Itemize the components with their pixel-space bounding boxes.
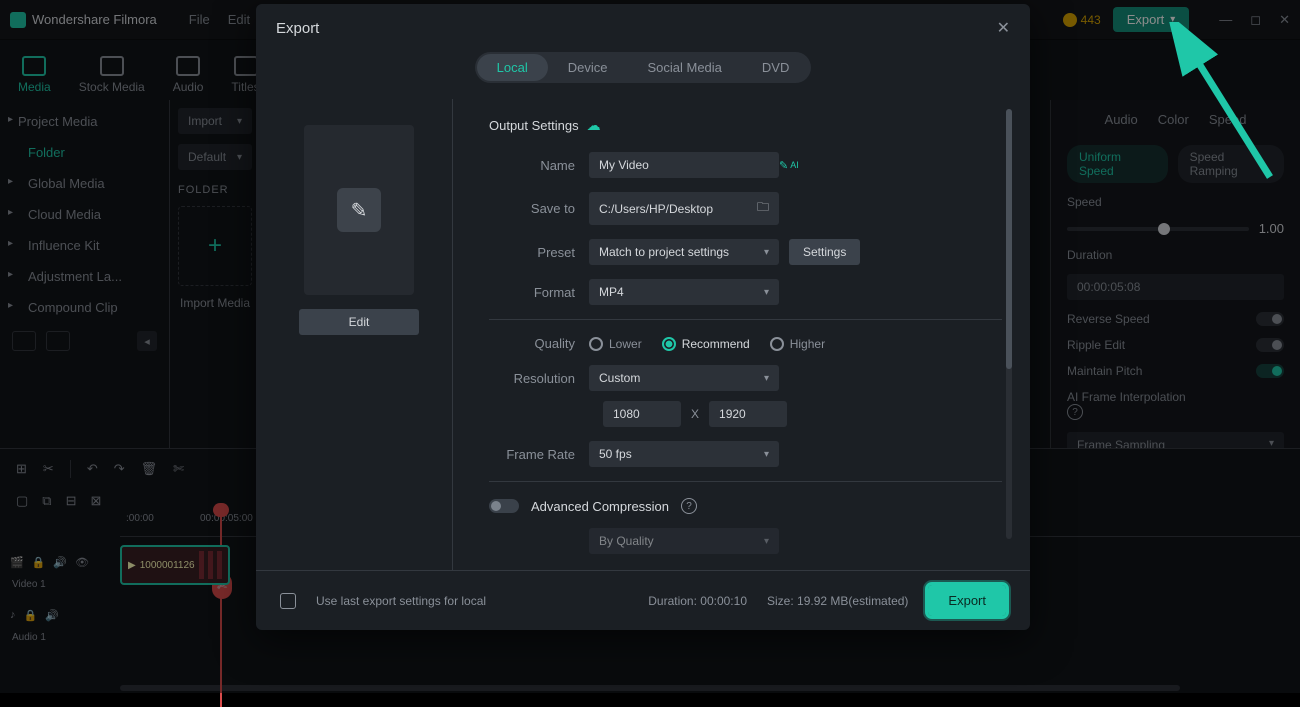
input-res-width[interactable]: 1080 [603,401,681,427]
label-name: Name [489,158,589,173]
thumbnail-preview: ✎ [304,125,414,295]
input-res-height[interactable]: 1920 [709,401,787,427]
label-preset: Preset [489,245,589,260]
select-resolution[interactable]: Custom▾ [589,365,779,391]
tab-device[interactable]: Device [548,54,628,81]
cloud-icon[interactable]: ☁ [587,117,601,134]
select-fps[interactable]: 50 fps▾ [589,441,779,467]
output-settings-heading: Output Settings ☁ [489,117,1002,134]
preset-settings-button[interactable]: Settings [789,239,860,265]
folder-browse-icon[interactable]: 🗀 [757,198,769,219]
label-quality: Quality [489,336,589,351]
tab-local[interactable]: Local [477,54,548,81]
toggle-adv-compression[interactable] [489,499,519,513]
checkbox-use-last[interactable] [280,593,296,609]
export-confirm-button[interactable]: Export [928,585,1006,616]
foot-size: Size: 19.92 MB(estimated) [767,594,908,608]
label-save-to: Save to [489,201,589,216]
label-adv-compression: Advanced Compression [531,499,669,514]
input-save-to[interactable]: C:/Users/HP/Desktop 🗀 [589,192,779,225]
modal-title: Export [276,20,319,37]
input-name[interactable]: My Video [589,152,779,178]
radio-higher[interactable]: Higher [770,337,825,351]
label-resolution: Resolution [489,371,589,386]
help-adv-icon[interactable]: ? [681,498,697,514]
foot-duration: Duration: 00:00:10 [648,594,747,608]
radio-lower[interactable]: Lower [589,337,642,351]
label-format: Format [489,285,589,300]
select-format[interactable]: MP4▾ [589,279,779,305]
settings-scrollbar[interactable] [1006,109,1012,539]
label-use-last: Use last export settings for local [316,594,486,608]
radio-recommend[interactable]: Recommend [662,337,750,351]
export-modal: Export ✕ Local Device Social Media DVD ✎… [256,4,1030,630]
select-preset[interactable]: Match to project settings▾ [589,239,779,265]
res-x-label: X [691,407,699,421]
export-tabs: Local Device Social Media DVD [475,52,812,83]
label-fps: Frame Rate [489,447,589,462]
select-adv-mode[interactable]: By Quality▾ [589,528,779,554]
ai-rename-button[interactable]: ✎AI [779,159,799,172]
pencil-icon: ✎ [337,188,381,232]
modal-close-icon[interactable]: ✕ [997,18,1010,38]
tab-dvd[interactable]: DVD [742,54,809,81]
tab-social[interactable]: Social Media [627,54,741,81]
edit-thumbnail-button[interactable]: Edit [299,309,419,335]
